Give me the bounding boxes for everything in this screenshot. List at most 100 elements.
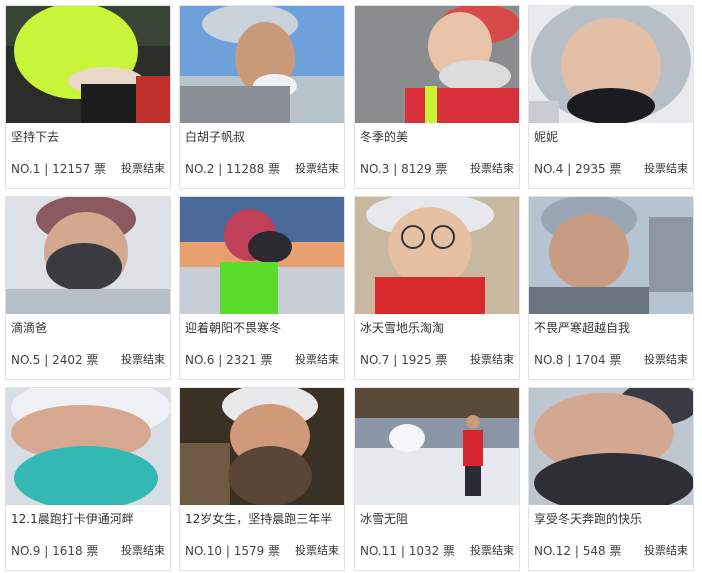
entry-title: 迎着朝阳不畏寒冬: [185, 321, 282, 335]
entry-title: 坚持下去: [11, 130, 60, 144]
entry-photo-2[interactable]: [180, 6, 344, 123]
entry-photo-5[interactable]: [6, 197, 170, 314]
entry-photo-1[interactable]: [6, 6, 170, 123]
entry-meta: NO.4 | 2935 票: [534, 162, 621, 176]
entry-card-12[interactable]: 享受冬天奔跑的快乐 NO.12 | 548 票 投票结束: [528, 387, 694, 571]
entry-votes: 8129 票: [401, 162, 448, 176]
entry-photo-image: [6, 388, 170, 505]
entry-photo-8[interactable]: [529, 197, 693, 314]
separator: |: [214, 162, 227, 176]
vote-status: 投票结束: [121, 353, 165, 366]
entry-title: 冬季的美: [360, 130, 409, 144]
entries-grid: 坚持下去 NO.1 | 12157 票 投票结束 白胡子帆叔 NO.2 | 11…: [0, 0, 702, 573]
entry-photo-6[interactable]: [180, 197, 344, 314]
vote-status: 投票结束: [470, 353, 514, 366]
entry-card-1[interactable]: 坚持下去 NO.1 | 12157 票 投票结束: [5, 5, 171, 189]
entry-card-5[interactable]: 滴滴爸 NO.5 | 2402 票 投票结束: [5, 196, 171, 380]
separator: |: [40, 544, 53, 558]
entry-photo-image: [355, 197, 519, 314]
entry-title: 白胡子帆叔: [185, 130, 246, 144]
entry-meta: NO.9 | 1618 票: [11, 544, 98, 558]
entry-card-3[interactable]: 冬季的美 NO.3 | 8129 票 投票结束: [354, 5, 520, 189]
separator: |: [214, 353, 227, 367]
entry-card-6[interactable]: 迎着朝阳不畏寒冬 NO.6 | 2321 票 投票结束: [179, 196, 345, 380]
entry-photo-image: [180, 6, 344, 123]
vote-status: 投票结束: [295, 353, 339, 366]
entry-photo-image: [6, 6, 170, 123]
entry-number: NO.3: [360, 162, 390, 176]
entry-photo-image: [355, 6, 519, 123]
entry-photo-12[interactable]: [529, 388, 693, 505]
entry-title: 不畏严寒超越自我: [534, 321, 631, 335]
entry-meta: NO.11 | 1032 票: [360, 544, 455, 558]
entry-photo-image: [529, 197, 693, 314]
entry-title: 滴滴爸: [11, 321, 48, 335]
entry-meta: NO.1 | 12157 票: [11, 162, 106, 176]
entry-card-4[interactable]: 妮妮 NO.4 | 2935 票 投票结束: [528, 5, 694, 189]
vote-status: 投票结束: [295, 544, 339, 557]
entry-card-7[interactable]: 冰天雪地乐淘淘 NO.7 | 1925 票 投票结束: [354, 196, 520, 380]
vote-status: 投票结束: [295, 162, 339, 175]
entry-meta: NO.6 | 2321 票: [185, 353, 272, 367]
entry-card-9[interactable]: 12.1晨跑打卡伊通河畔 NO.9 | 1618 票 投票结束: [5, 387, 171, 571]
vote-status: 投票结束: [121, 162, 165, 175]
entry-votes: 1618 票: [52, 544, 99, 558]
entry-meta: NO.5 | 2402 票: [11, 353, 98, 367]
entry-number: NO.1: [11, 162, 41, 176]
vote-status: 投票结束: [470, 544, 514, 557]
entry-photo-9[interactable]: [6, 388, 170, 505]
separator: |: [389, 162, 402, 176]
entry-card-8[interactable]: 不畏严寒超越自我 NO.8 | 1704 票 投票结束: [528, 196, 694, 380]
entry-title: 妮妮: [534, 130, 559, 144]
entry-title: 享受冬天奔跑的快乐: [534, 512, 643, 526]
entry-photo-4[interactable]: [529, 6, 693, 123]
entry-number: NO.6: [185, 353, 215, 367]
entry-number: NO.8: [534, 353, 564, 367]
entry-title: 冰雪无阻: [360, 512, 409, 526]
entry-votes: 12157 票: [52, 162, 107, 176]
separator: |: [389, 353, 402, 367]
entry-photo-7[interactable]: [355, 197, 519, 314]
entry-votes: 2935 票: [575, 162, 622, 176]
entry-meta: NO.2 | 11288 票: [185, 162, 280, 176]
entry-votes: 1704 票: [575, 353, 622, 367]
entry-photo-3[interactable]: [355, 6, 519, 123]
entry-meta: NO.7 | 1925 票: [360, 353, 447, 367]
entry-number: NO.4: [534, 162, 564, 176]
entry-card-10[interactable]: 12岁女生，坚持晨跑三年半 NO.10 | 1579 票 投票结束: [179, 387, 345, 571]
separator: |: [397, 544, 409, 558]
vote-status: 投票结束: [470, 162, 514, 175]
entry-meta: NO.3 | 8129 票: [360, 162, 447, 176]
entry-meta: NO.12 | 548 票: [534, 544, 621, 558]
entry-photo-image: [529, 6, 693, 123]
entry-votes: 1925 票: [401, 353, 448, 367]
separator: |: [563, 162, 576, 176]
entry-votes: 11288 票: [226, 162, 281, 176]
entry-number: NO.12: [534, 544, 572, 558]
entry-number: NO.2: [185, 162, 215, 176]
entry-photo-image: [529, 388, 693, 505]
separator: |: [563, 353, 576, 367]
vote-status: 投票结束: [644, 353, 688, 366]
entry-number: NO.9: [11, 544, 41, 558]
entry-votes: 2402 票: [52, 353, 99, 367]
entry-votes: 548 票: [582, 544, 622, 558]
entry-title: 12岁女生，坚持晨跑三年半: [185, 512, 333, 526]
entry-photo-image: [6, 197, 170, 314]
entry-number: NO.11: [360, 544, 398, 558]
entry-number: NO.7: [360, 353, 390, 367]
entry-card-11[interactable]: 冰雪无阻 NO.11 | 1032 票 投票结束: [354, 387, 520, 571]
entry-votes: 1032 票: [408, 544, 456, 558]
entry-card-2[interactable]: 白胡子帆叔 NO.2 | 11288 票 投票结束: [179, 5, 345, 189]
entry-votes: 2321 票: [226, 353, 273, 367]
entry-title: 冰天雪地乐淘淘: [360, 321, 445, 335]
entry-photo-11[interactable]: [355, 388, 519, 505]
vote-status: 投票结束: [121, 544, 165, 557]
entry-meta: NO.8 | 1704 票: [534, 353, 621, 367]
entry-photo-10[interactable]: [180, 388, 344, 505]
entry-votes: 1579 票: [233, 544, 281, 558]
entry-meta: NO.10 | 1579 票: [185, 544, 280, 558]
entry-title: 12.1晨跑打卡伊通河畔: [11, 512, 134, 526]
separator: |: [40, 162, 53, 176]
entry-photo-image: [180, 388, 344, 505]
